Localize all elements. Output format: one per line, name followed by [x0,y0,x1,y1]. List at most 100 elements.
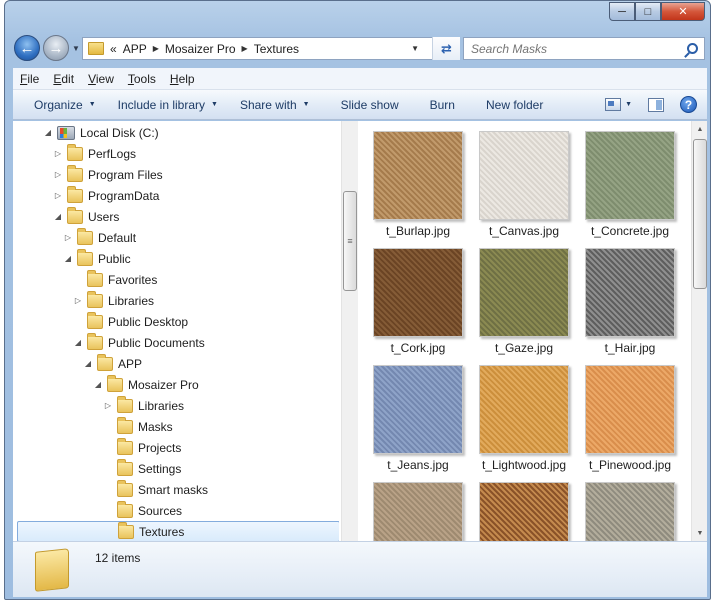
tree-item[interactable]: ▷ ProgramData [13,185,339,206]
search-box[interactable] [463,37,705,60]
navigation-pane-scrollbar[interactable]: ≡ [341,121,358,541]
tree-item-label: Local Disk (C:) [80,125,159,140]
collapsed-arrow-icon[interactable]: ▷ [63,233,73,242]
organize-label: Organize [34,97,83,112]
include-in-library-button[interactable]: Include in library ▼ [107,98,229,112]
slide-show-button[interactable]: Slide show [321,98,410,112]
view-options-dropdown-icon[interactable]: ▼ [625,101,632,108]
help-icon[interactable]: ? [680,96,697,113]
tree-item[interactable]: ◢ Public [13,248,339,269]
expanded-arrow-icon[interactable]: ◢ [83,359,93,368]
breadcrumb-textures[interactable]: Textures [254,42,299,56]
folder-icon [117,395,133,413]
preview-pane-icon[interactable] [648,97,664,112]
file-item[interactable] [359,472,467,541]
tree-item-label: Settings [138,461,182,476]
menu-help[interactable]: Help [163,72,202,86]
tree-item[interactable]: Smart masks [13,479,339,500]
file-item[interactable]: t_Burlap.jpg [359,121,467,239]
tree-item[interactable]: Public Desktop [13,311,339,332]
file-item[interactable]: t_Pinewood.jpg [571,355,679,473]
navigation-pane-scroll-thumb[interactable]: ≡ [343,191,357,291]
tree-item[interactable]: ◢ Mosaizer Pro [13,374,339,395]
folder-icon [67,206,83,224]
tree-item[interactable]: ◢ Local Disk (C:) [13,122,339,143]
menu-view[interactable]: View [81,72,121,86]
menu-file[interactable]: File [13,72,46,86]
file-item[interactable] [465,472,573,541]
search-input[interactable] [471,41,671,56]
scroll-down-icon[interactable]: ▼ [692,525,708,541]
expanded-arrow-icon[interactable]: ◢ [93,380,103,389]
collapsed-arrow-icon[interactable]: ▷ [53,170,63,179]
tree-item[interactable]: ▷ Program Files [13,164,339,185]
tree-item[interactable]: Sources [13,500,339,521]
file-view-scrollbar[interactable]: ▲ ▼ [691,121,707,541]
breadcrumb-app[interactable]: APP [123,42,147,56]
tree-item[interactable]: Projects [13,437,339,458]
burn-button[interactable]: Burn [410,98,466,112]
tree-item[interactable]: ◢ Public Documents [13,332,339,353]
tree-item-label: ProgramData [88,188,160,203]
collapsed-arrow-icon[interactable]: ▷ [103,401,113,410]
expanded-arrow-icon[interactable]: ◢ [53,212,63,221]
organize-button[interactable]: Organize ▼ [13,98,107,112]
file-item[interactable]: t_Gaze.jpg [465,238,573,356]
file-item[interactable]: t_Concrete.jpg [571,121,679,239]
search-icon[interactable] [687,43,698,54]
close-button[interactable]: ✕ [661,2,705,21]
file-item[interactable]: t_Jeans.jpg [359,355,467,473]
new-folder-button[interactable]: New folder [466,98,554,112]
file-view-scroll-thumb[interactable] [693,139,707,289]
change-view-icon[interactable] [605,98,622,111]
tree-item[interactable]: ▷ PerfLogs [13,143,339,164]
back-button[interactable]: ← [14,35,40,61]
minimize-button[interactable]: ─ [609,2,635,21]
expanded-arrow-icon[interactable]: ◢ [63,254,73,263]
expanded-arrow-icon[interactable]: ◢ [43,128,53,137]
tree-item-label: Users [88,209,120,224]
tree-item[interactable]: ◢ Users [13,206,339,227]
tree-item[interactable]: Settings [13,458,339,479]
collapsed-arrow-icon[interactable]: ▷ [73,296,83,305]
collapsed-arrow-icon[interactable]: ▷ [53,149,63,158]
file-item[interactable]: t_Hair.jpg [571,238,679,356]
tree-item-label: Program Files [88,167,163,182]
breadcrumb-separator-icon[interactable]: ▶ [153,44,159,53]
breadcrumb-separator-icon[interactable]: ▶ [242,44,248,53]
folder-icon [117,416,133,434]
refresh-button[interactable]: ⇄ [432,37,460,60]
menu-edit[interactable]: Edit [46,72,81,86]
file-name: t_Lightwood.jpg [481,458,567,472]
tree-item[interactable]: ◢ APP [13,353,339,374]
scroll-up-icon[interactable]: ▲ [692,121,708,137]
breadcrumb-mosaizer-pro[interactable]: Mosaizer Pro [165,42,236,56]
file-item[interactable]: t_Canvas.jpg [465,121,573,239]
tree-item[interactable]: Favorites [13,269,339,290]
file-item[interactable] [571,472,679,541]
maximize-button[interactable]: □ [635,2,661,21]
folder-icon [87,332,103,350]
expanded-arrow-icon[interactable]: ◢ [73,338,83,347]
share-with-button[interactable]: Share with ▼ [229,98,321,112]
collapsed-arrow-icon[interactable]: ▷ [53,191,63,200]
drive-icon [57,125,75,140]
folder-icon [77,248,93,266]
recent-pages-dropdown[interactable]: ▼ [72,44,80,53]
file-item[interactable]: t_Lightwood.jpg [465,355,573,473]
address-dropdown-icon[interactable]: ▼ [411,44,419,53]
file-item[interactable]: t_Cork.jpg [359,238,467,356]
menu-tools[interactable]: Tools [121,72,163,86]
tree-item[interactable]: ▷ Libraries [13,290,339,311]
breadcrumb-overflow[interactable]: « [110,42,117,56]
tree-item[interactable]: ▷ Default [13,227,339,248]
file-name: t_Cork.jpg [390,341,446,355]
tree-item[interactable]: Masks [13,416,339,437]
address-bar[interactable]: « APP ▶ Mosaizer Pro ▶ Textures ▼ [82,37,460,60]
texture-thumbnail [373,365,463,454]
file-view: t_Burlap.jpg t_Canvas.jpg t_Concrete.jpg t_… [359,121,689,541]
tree-item[interactable]: ▷ Libraries [13,395,339,416]
tree-item[interactable]: Textures [17,521,339,541]
forward-button[interactable]: → [43,35,69,61]
back-arrow-icon: ← [19,39,35,57]
